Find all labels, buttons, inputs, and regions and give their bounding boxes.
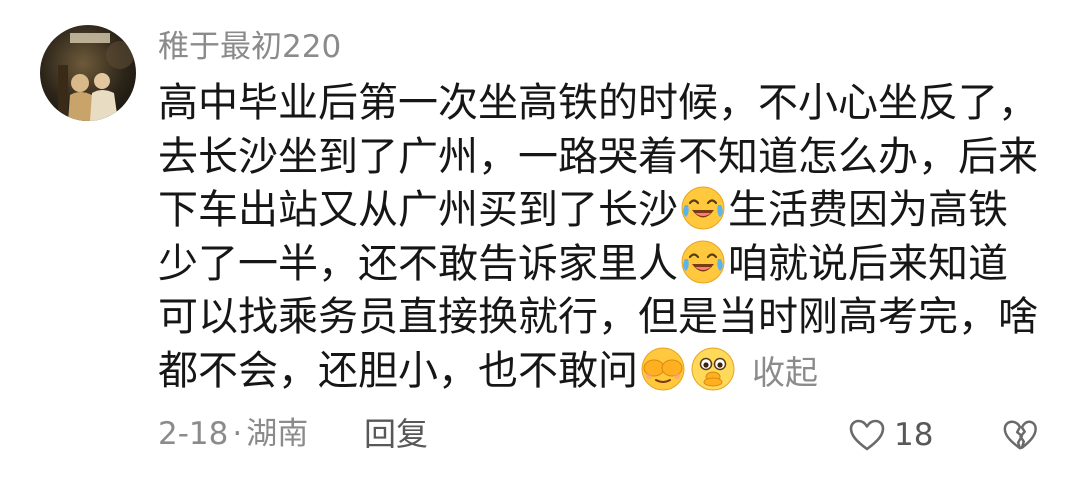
meta-separator: ·	[232, 416, 243, 452]
laugh-cry-emoji-icon	[681, 186, 725, 230]
comment-text: 下车出站又从广州买到了长沙	[158, 187, 678, 233]
comment-line: 下车出站又从广州买到了长沙 生活费因为高铁	[158, 184, 1038, 238]
like-count: 18	[894, 417, 934, 453]
comment-username[interactable]: 稚于最初220	[158, 27, 341, 67]
comment-text: 少了一半，还不敢告诉家里人	[158, 240, 678, 287]
comment-text: 都不会，还胆小，也不敢问	[158, 347, 638, 394]
comment-text: 咱就说后来知道	[728, 240, 1008, 287]
comment-line: 都不会，还胆小，也不敢问 收起	[158, 345, 1038, 399]
comment-line: 去长沙坐到了广州，一路哭着不知道怎么办，后来	[158, 133, 1038, 180]
like-button[interactable]: 18	[848, 415, 933, 455]
comment-location: 湖南	[246, 416, 309, 452]
cover-face-emoji-icon	[641, 347, 685, 390]
comment-line: 高中毕业后第一次坐高铁的时候，不小心坐反了，	[158, 80, 1038, 126]
heart-outline-icon	[849, 419, 885, 451]
comment-body: 高中毕业后第一次坐高铁的时候，不小心坐反了， 去长沙坐到了广州，一路哭着不知道怎…	[158, 77, 1038, 398]
avatar[interactable]	[40, 25, 136, 121]
comment-text: 生活费因为高铁	[728, 187, 1008, 233]
comment-line: 少了一半，还不敢告诉家里人 咱就说后来知道	[158, 238, 1038, 292]
laugh-cry-emoji-icon	[681, 240, 725, 283]
comment-meta: 2-18 · 湖南	[158, 414, 308, 454]
reply-button[interactable]: 回复	[364, 414, 428, 454]
broken-heart-icon[interactable]	[1002, 418, 1038, 452]
shocked-emoji-icon	[691, 347, 735, 390]
comment-line: 可以找乘务员直接换就行，但是当时刚高考完，啥	[158, 294, 1038, 340]
comment-date: 2-18	[158, 416, 229, 452]
collapse-button[interactable]: 收起	[752, 353, 818, 392]
